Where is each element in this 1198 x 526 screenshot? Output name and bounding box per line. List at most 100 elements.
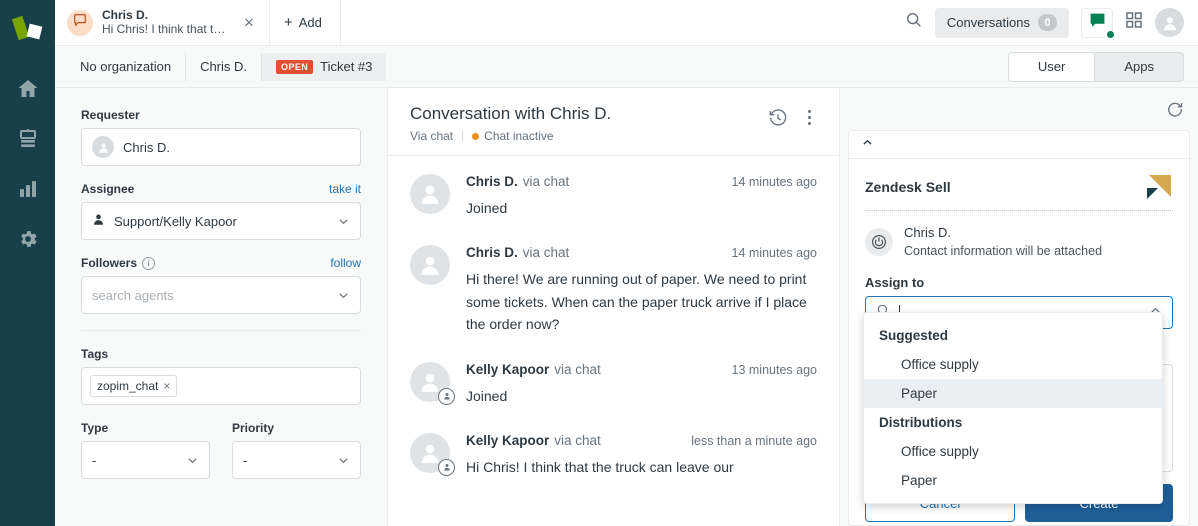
message-header: Kelly Kapoor via chat 13 minutes ago: [466, 362, 817, 377]
refresh-icon[interactable]: [1166, 100, 1184, 118]
message-text: Joined: [466, 385, 817, 407]
tab-apps[interactable]: Apps: [1094, 52, 1184, 82]
assign-to-dropdown[interactable]: Suggested Office supply Paper Distributi…: [863, 312, 1163, 504]
status-dot-icon: [472, 133, 479, 140]
online-status-dot: [1106, 30, 1115, 39]
dropdown-item[interactable]: Paper: [864, 466, 1162, 495]
ticket-tab-chris-d[interactable]: Chris D. Hi Chris! I think that th... ×: [55, 0, 270, 45]
type-select[interactable]: -: [81, 441, 210, 479]
history-icon[interactable]: [768, 108, 788, 128]
chevron-up-icon: [861, 136, 874, 154]
section-divider: [81, 330, 361, 331]
message-item: Chris D. via chat 14 minutes ago Hi ther…: [410, 245, 817, 335]
close-icon[interactable]: ×: [239, 12, 259, 33]
message-channel: via chat: [554, 433, 601, 448]
zendesk-agent-workspace: Chris D. Hi Chris! I think that th... × …: [0, 0, 1198, 526]
dropdown-group-label: Suggested: [864, 321, 1162, 350]
followers-select[interactable]: search agents: [81, 276, 361, 314]
apps-grid-button[interactable]: [1125, 11, 1143, 34]
avatar: [67, 10, 93, 36]
top-bar: Chris D. Hi Chris! I think that th... × …: [55, 0, 1198, 46]
tab-user[interactable]: User: [1008, 52, 1094, 82]
contact-summary: Chris D. Contact information will be att…: [865, 224, 1173, 260]
message-text: Joined: [466, 197, 817, 219]
tags-field[interactable]: zopim_chat ×: [81, 367, 361, 405]
chevron-down-icon: [337, 215, 350, 228]
breadcrumb-user[interactable]: Chris D.: [186, 53, 262, 81]
message-list: Chris D. via chat 14 minutes ago Joined: [388, 156, 839, 526]
chevron-down-icon: [186, 454, 199, 467]
type-label: Type: [81, 421, 210, 435]
zendesk-sell-logo-icon: [1145, 173, 1173, 201]
nav-admin[interactable]: [0, 216, 55, 266]
dropdown-item[interactable]: Paper: [864, 379, 1162, 408]
priority-label: Priority: [232, 421, 361, 435]
requester-label: Requester: [81, 108, 361, 122]
tab-title: Chris D.: [102, 9, 230, 23]
followers-label: Followers i: [81, 256, 155, 270]
chat-status-button[interactable]: [1081, 8, 1113, 38]
chat-status-label: Chat inactive: [484, 129, 553, 143]
person-icon: [92, 213, 105, 229]
message-item: Kelly Kapoor via chat less than a minute…: [410, 433, 817, 478]
breadcrumb-organization[interactable]: No organization: [66, 53, 186, 81]
add-tab-button[interactable]: + Add: [270, 0, 341, 45]
search-icon: [905, 11, 923, 34]
followers-placeholder: search agents: [92, 288, 174, 303]
user-avatar[interactable]: [1155, 8, 1184, 37]
follow-link[interactable]: follow: [330, 256, 361, 270]
tab-strip: Chris D. Hi Chris! I think that th... × …: [55, 0, 341, 45]
zendesk-logo[interactable]: [11, 12, 45, 46]
add-tab-label: Add: [299, 15, 322, 30]
followers-label-text: Followers: [81, 256, 137, 270]
topbar-spacer: [341, 0, 897, 45]
tag-chip[interactable]: zopim_chat ×: [90, 375, 177, 397]
conversation-channel: Via chat: [410, 129, 453, 143]
home-icon: [16, 77, 40, 106]
nav-home[interactable]: [0, 66, 55, 116]
app-header: Zendesk Sell: [865, 173, 1173, 211]
avatar: [92, 136, 114, 158]
avatar: [410, 433, 450, 473]
priority-select[interactable]: -: [232, 441, 361, 479]
chevron-down-icon: [337, 454, 350, 467]
take-it-link[interactable]: take it: [329, 182, 361, 196]
message-body: Kelly Kapoor via chat less than a minute…: [466, 433, 817, 478]
requester-value: Chris D.: [123, 140, 170, 155]
lead-power-icon: [865, 228, 893, 256]
breadcrumb: No organization Chris D. OPEN Ticket #3: [66, 53, 386, 81]
topbar-actions: Conversations 0: [897, 0, 1198, 45]
message-header: Chris D. via chat 14 minutes ago: [466, 245, 817, 260]
priority-value: -: [243, 453, 247, 468]
collapse-app-button[interactable]: [849, 131, 1189, 159]
search-button[interactable]: [905, 11, 923, 34]
message-header: Chris D. via chat 14 minutes ago: [466, 174, 817, 189]
ticket-properties-panel: Requester Chris D. Assignee take it Supp…: [55, 88, 388, 526]
contact-name: Chris D.: [904, 225, 951, 240]
message-timestamp: less than a minute ago: [679, 434, 817, 448]
dropdown-item[interactable]: Office supply: [864, 437, 1162, 466]
close-icon[interactable]: ×: [163, 379, 170, 393]
chat-icon: [1089, 12, 1106, 34]
dropdown-item[interactable]: Office supply: [864, 350, 1162, 379]
message-body: Kelly Kapoor via chat 13 minutes ago Joi…: [466, 362, 817, 407]
message-text: Hi Chris! I think that the truck can lea…: [466, 456, 817, 478]
chat-status: Chat inactive: [472, 129, 553, 143]
avatar: [410, 245, 450, 285]
conversations-button[interactable]: Conversations 0: [935, 8, 1069, 38]
agent-badge-icon: [438, 459, 455, 476]
dropdown-group-label: Distributions: [864, 408, 1162, 437]
message-item: Chris D. via chat 14 minutes ago Joined: [410, 174, 817, 219]
nav-views[interactable]: [0, 116, 55, 166]
contact-text: Chris D. Contact information will be att…: [904, 224, 1102, 260]
requester-field[interactable]: Chris D.: [81, 128, 361, 166]
nav-reporting[interactable]: [0, 166, 55, 216]
message-header: Kelly Kapoor via chat less than a minute…: [466, 433, 817, 448]
more-options-icon[interactable]: [802, 107, 817, 128]
message-body: Chris D. via chat 14 minutes ago Joined: [466, 174, 817, 219]
message-author: Chris D.: [466, 245, 518, 260]
info-icon[interactable]: i: [142, 257, 155, 270]
type-group: Type -: [81, 421, 210, 479]
assignee-select[interactable]: Support/Kelly Kapoor: [81, 202, 361, 240]
breadcrumb-ticket[interactable]: OPEN Ticket #3: [262, 53, 386, 81]
